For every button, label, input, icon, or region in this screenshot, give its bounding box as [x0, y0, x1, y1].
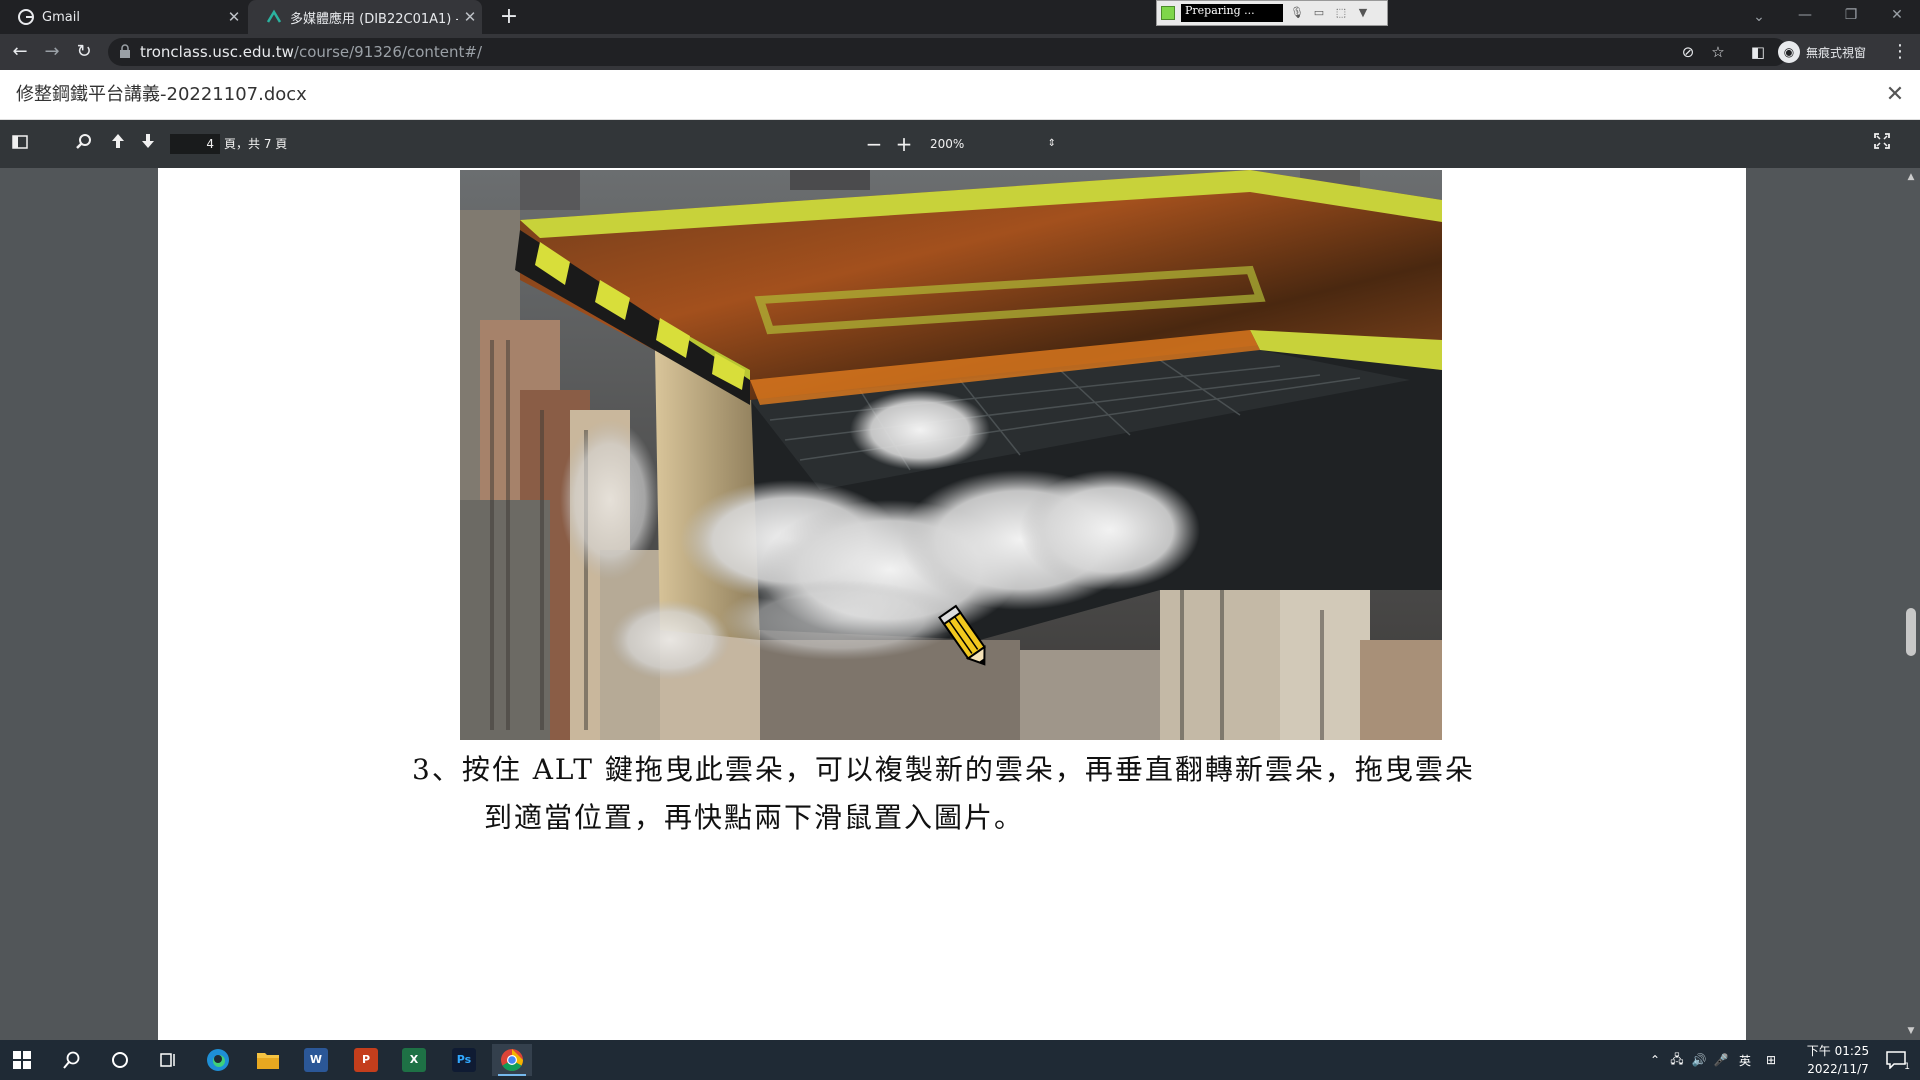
bookmark-star-icon[interactable]: ☆ — [1708, 42, 1728, 62]
tab-title: Gmail — [42, 9, 80, 25]
url-text: tronclass.usc.edu.tw/course/91326/conten… — [140, 38, 482, 66]
camera-icon[interactable]: ▭ — [1311, 6, 1327, 20]
profile-label: 無痕式視窗 — [1806, 45, 1867, 60]
tab-search-icon[interactable]: ⌄ — [1748, 6, 1770, 28]
tab-gmail[interactable]: Gmail ✕ — [0, 0, 246, 34]
file-explorer-icon[interactable] — [248, 1044, 288, 1076]
tronclass-icon — [266, 9, 282, 25]
minimize-button[interactable]: — — [1782, 0, 1828, 34]
recording-indicator — [1161, 6, 1175, 20]
find-icon[interactable] — [72, 132, 96, 156]
zoom-select[interactable]: 200% ⇕ — [924, 134, 1060, 154]
active-indicator — [498, 1074, 526, 1076]
url-path: /course/91326/content#/ — [293, 43, 482, 61]
fullscreen-icon[interactable] — [1870, 132, 1894, 156]
forward-button[interactable]: → — [40, 40, 64, 64]
screen-recorder-widget: Preparing ... 🎙 ▭ ⬚ ▼ — [1156, 0, 1388, 26]
browser-tab-strip: Gmail ✕ 多媒體應用 (DIB22C01A1) - 數 ✕ + Prepa… — [0, 0, 1920, 34]
photoshop-label: Ps — [452, 1048, 476, 1072]
reload-button[interactable]: ↻ — [72, 40, 96, 64]
photoshop-icon[interactable]: Ps — [444, 1044, 484, 1076]
search-icon[interactable] — [52, 1044, 92, 1076]
microphone-icon[interactable]: 🎙 — [1289, 6, 1305, 20]
page-count-label: 頁，共 7 頁 — [224, 137, 288, 151]
ime-indicator[interactable]: 英 — [1732, 1052, 1758, 1069]
side-panel-icon[interactable]: ◧ — [1748, 42, 1768, 62]
scrollbar-track[interactable] — [1900, 168, 1920, 1040]
close-tab-icon[interactable]: ✕ — [222, 8, 246, 26]
scroll-down-icon[interactable]: ▼ — [1904, 1026, 1918, 1040]
document-viewer[interactable]: 3、按住 ALT 鍵拖曳此雲朵，可以複製新的雲朵，再垂直翻轉新雲朵，拖曳雲朵 到… — [0, 168, 1920, 1040]
cortana-icon[interactable] — [100, 1044, 140, 1076]
google-icon — [18, 9, 34, 25]
edge-icon[interactable] — [198, 1044, 238, 1076]
powerpoint-label: P — [354, 1048, 378, 1072]
sidebar-toggle-icon[interactable] — [8, 132, 32, 156]
notification-center-icon[interactable]: 1 — [1876, 1044, 1916, 1076]
chevron-down-icon[interactable]: ▼ — [1355, 6, 1371, 20]
zoom-in-icon[interactable]: + — [892, 132, 916, 156]
powerpoint-icon[interactable]: P — [346, 1044, 386, 1076]
document-title: 修整鋼鐵平台講義-20221107.docx — [16, 84, 307, 105]
region-icon[interactable]: ⬚ — [1333, 6, 1349, 20]
system-clock[interactable]: 下午 01:25 2022/11/7 — [1790, 1042, 1886, 1078]
microphone-tray-icon[interactable]: 🎤 — [1710, 1053, 1732, 1067]
instruction-line-2: 到適當位置，再快點兩下滑鼠置入圖片。 — [484, 801, 1025, 834]
scroll-up-icon[interactable]: ▲ — [1904, 172, 1918, 186]
document-header: 修整鋼鐵平台講義-20221107.docx ✕ — [0, 70, 1920, 120]
zoom-out-icon[interactable]: − — [862, 132, 886, 156]
tracking-blocked-icon[interactable]: ⊘ — [1678, 42, 1698, 62]
city-platform-image — [460, 170, 1442, 740]
instruction-text: 3、按住 ALT 鍵拖曳此雲朵，可以複製新的雲朵，再垂直翻轉新雲朵，拖曳雲朵 到… — [412, 746, 1552, 842]
tab-tronclass[interactable]: 多媒體應用 (DIB22C01A1) - 數 ✕ — [248, 0, 482, 34]
close-tab-icon[interactable]: ✕ — [458, 8, 482, 26]
zoom-value: 200% — [930, 137, 965, 151]
close-icon[interactable]: ✕ — [1882, 82, 1908, 108]
previous-page-icon[interactable] — [106, 132, 130, 156]
recorder-status: Preparing ... — [1181, 4, 1283, 22]
word-label: W — [304, 1048, 328, 1072]
excel-label: X — [402, 1048, 426, 1072]
new-tab-button[interactable]: + — [496, 4, 522, 30]
window-controls: — ❐ ✕ — [1782, 0, 1920, 34]
clock-date: 2022/11/7 — [1807, 1062, 1869, 1076]
clock-time: 下午 01:25 — [1806, 1044, 1870, 1058]
scrollbar-thumb[interactable] — [1906, 608, 1916, 656]
volume-icon[interactable]: 🔊 — [1688, 1053, 1710, 1067]
network-icon[interactable]: 🖧 — [1666, 1050, 1688, 1071]
document-page: 3、按住 ALT 鍵拖曳此雲朵，可以複製新的雲朵，再垂直翻轉新雲朵，拖曳雲朵 到… — [158, 168, 1746, 1040]
url-host: tronclass.usc.edu.tw — [140, 43, 294, 61]
address-bar[interactable]: tronclass.usc.edu.tw/course/91326/conten… — [108, 38, 1788, 66]
windows-start-icon[interactable] — [2, 1044, 42, 1076]
pencil-cursor-icon — [938, 604, 986, 666]
lock-icon — [120, 44, 130, 58]
restore-button[interactable]: ❐ — [1828, 0, 1874, 34]
tab-title: 多媒體應用 (DIB22C01A1) - 數 — [290, 11, 458, 27]
select-arrow-icon: ⇕ — [1047, 138, 1056, 149]
show-hidden-icons-icon[interactable]: ⌃ — [1644, 1053, 1666, 1067]
page-number-input[interactable]: 4 — [170, 134, 220, 154]
incognito-profile[interactable]: ◉ 無痕式視窗 — [1778, 40, 1866, 64]
instruction-line-1: 3、按住 ALT 鍵拖曳此雲朵，可以複製新的雲朵，再垂直翻轉新雲朵，拖曳雲朵 — [412, 753, 1475, 786]
ime-mode-icon[interactable]: ⊞ — [1758, 1053, 1784, 1067]
back-button[interactable]: ← — [8, 40, 32, 64]
browser-toolbar: ← → ↻ tronclass.usc.edu.tw/course/91326/… — [0, 34, 1920, 70]
incognito-icon: ◉ — [1778, 41, 1800, 63]
word-icon[interactable]: W — [296, 1044, 336, 1076]
chrome-icon[interactable] — [492, 1044, 532, 1076]
notification-count: 1 — [1904, 1062, 1910, 1072]
next-page-icon[interactable] — [136, 132, 160, 156]
excel-icon[interactable]: X — [394, 1044, 434, 1076]
task-view-icon[interactable] — [148, 1044, 188, 1076]
browser-menu-icon[interactable]: ⋮ — [1888, 40, 1912, 64]
windows-taskbar: W P X Ps ⌃ 🖧 🔊 🎤 英 ⊞ 下午 01:25 2022/11/7 … — [0, 1040, 1920, 1080]
close-window-button[interactable]: ✕ — [1874, 0, 1920, 34]
pdf-toolbar: 4 頁，共 7 頁 − + 200% ⇕ — [0, 120, 1920, 168]
system-tray: ⌃ 🖧 🔊 🎤 英 ⊞ — [1644, 1040, 1784, 1080]
